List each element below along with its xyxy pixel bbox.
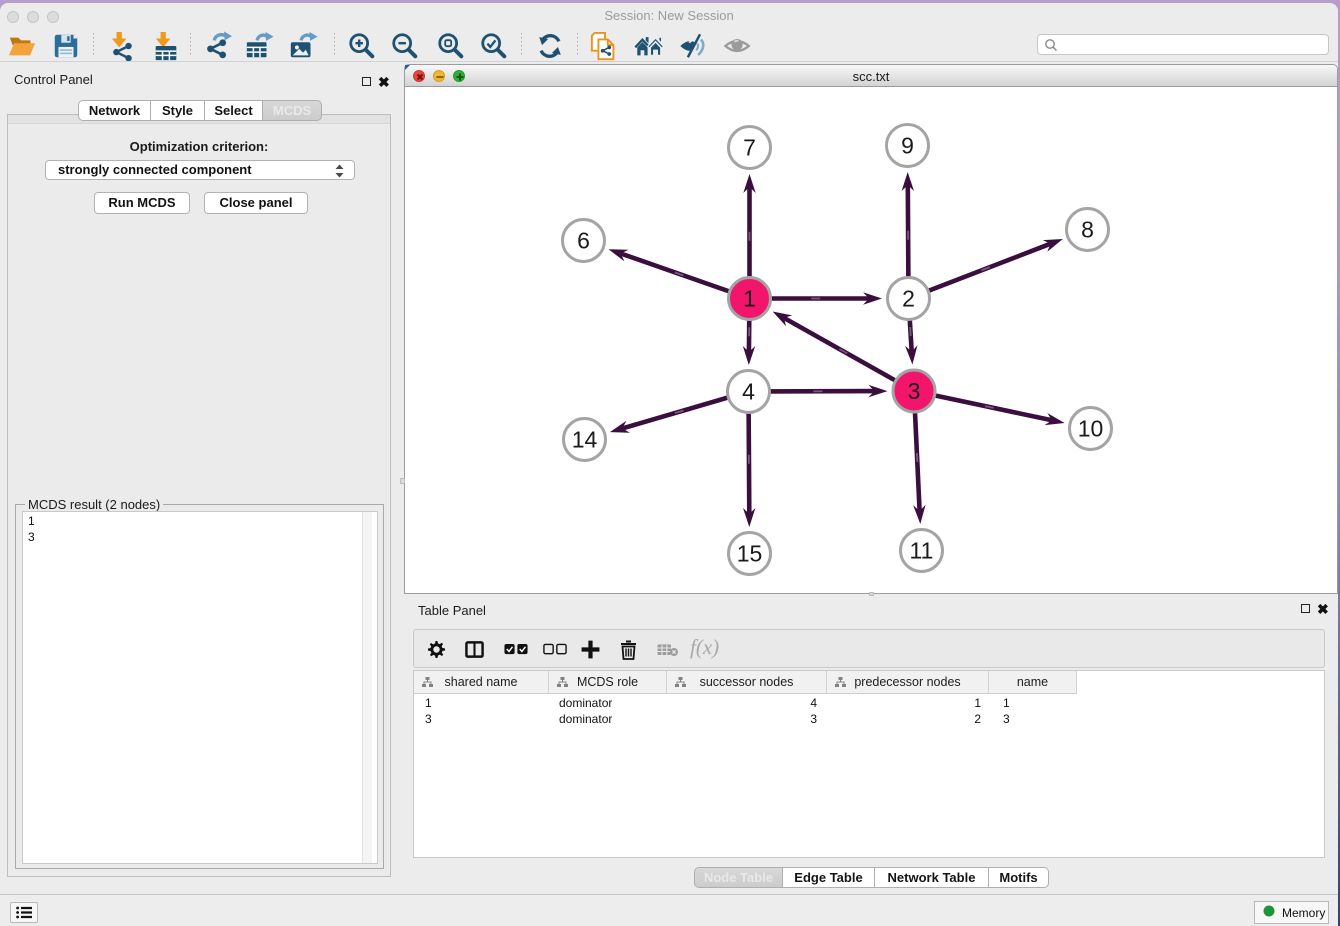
- svg-text:15: 15: [737, 541, 763, 567]
- svg-text:14: 14: [572, 427, 598, 453]
- svg-text:10: 10: [1078, 416, 1104, 442]
- svg-text:3: 3: [908, 378, 921, 404]
- svg-text:8: 8: [1081, 217, 1094, 243]
- svg-text:6: 6: [577, 228, 590, 254]
- svg-text:11: 11: [910, 538, 934, 564]
- svg-text:7: 7: [743, 135, 756, 161]
- svg-text:2: 2: [902, 286, 915, 312]
- svg-text:4: 4: [742, 379, 755, 405]
- svg-text:1: 1: [743, 286, 756, 312]
- svg-text:9: 9: [901, 133, 914, 159]
